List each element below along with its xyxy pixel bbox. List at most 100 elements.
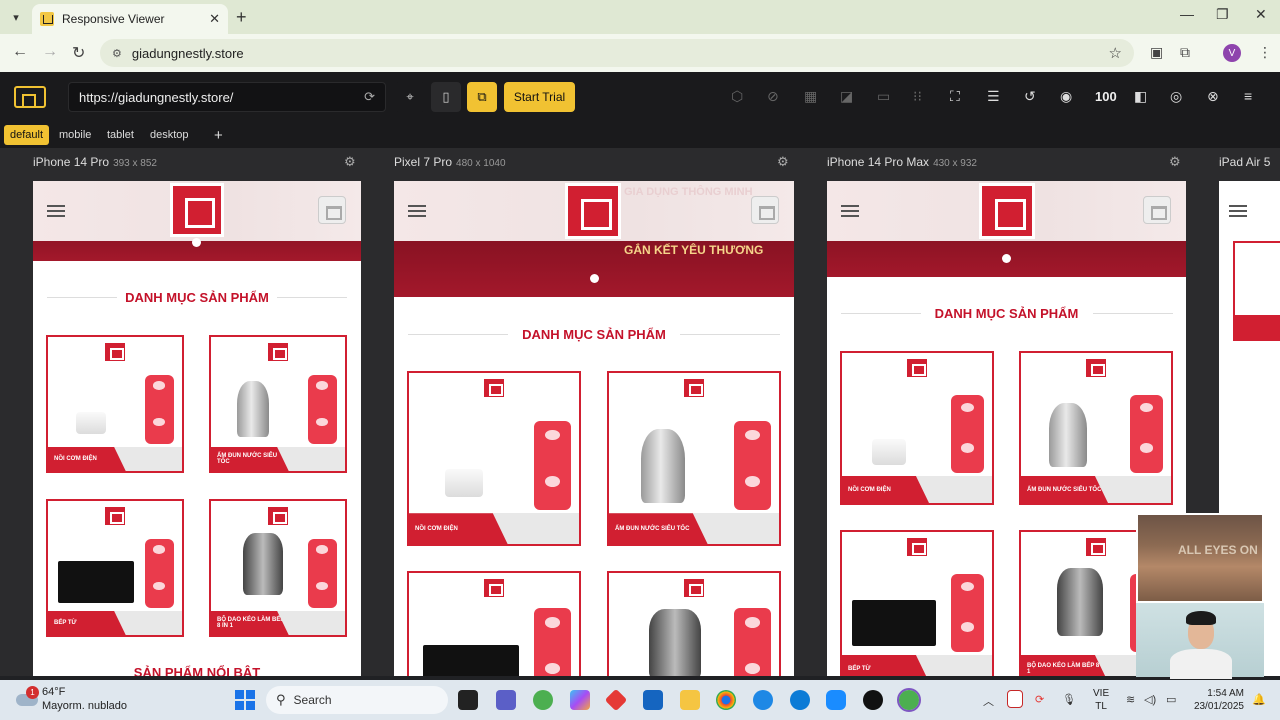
start-trial-button[interactable]: Start Trial — [504, 82, 575, 112]
devices-toggle-icon[interactable]: ⧉ — [467, 82, 497, 112]
hamburger-menu-icon[interactable] — [841, 205, 859, 217]
inspect-icon[interactable]: ⌖ — [395, 82, 425, 112]
browser-menu-icon[interactable]: ⋮ — [1258, 44, 1272, 61]
slider-dot[interactable] — [1002, 254, 1011, 263]
close-tab-icon[interactable]: ✕ — [209, 11, 220, 27]
category-card[interactable]: ẤM ĐUN NƯỚC SIÊU TỐC — [209, 335, 347, 473]
ruler-icon[interactable]: ◪ — [840, 88, 853, 105]
notifications-bell-icon[interactable]: 🔔 — [1252, 693, 1266, 706]
device-settings-icon[interactable]: ⚙ — [777, 154, 789, 170]
tab-mobile[interactable]: mobile — [53, 125, 97, 145]
dots-grid-icon[interactable]: ⁝⁝ — [913, 88, 922, 105]
taskbar-search[interactable]: ⚲ Search — [266, 686, 448, 714]
screenshot-area-icon[interactable]: ⛶ — [950, 88, 960, 105]
pdf-tray-icon[interactable] — [1007, 690, 1023, 708]
browser-tab[interactable]: Responsive Viewer ✕ — [32, 4, 228, 34]
category-card[interactable]: BẾP TỪ — [46, 499, 184, 637]
cube-icon[interactable]: ⬡ — [731, 88, 743, 105]
forward-icon[interactable]: → — [42, 43, 58, 61]
teams-icon[interactable] — [496, 690, 516, 710]
new-tab-icon[interactable]: + — [236, 7, 247, 28]
show-hidden-icons[interactable]: ︿ — [983, 693, 994, 709]
weather-description[interactable]: Mayorm. nublado — [42, 700, 127, 712]
back-icon[interactable]: ← — [12, 43, 28, 61]
edge-browser-icon[interactable] — [790, 690, 810, 710]
category-card[interactable]: NỒI CƠM ĐIỆN — [840, 351, 994, 505]
address-bar[interactable]: ⚙ giadungnestly.store ☆ — [100, 39, 1134, 67]
category-card[interactable]: NỒI CƠM ĐIỆN — [46, 335, 184, 473]
bookmark-star-icon[interactable]: ☆ — [1109, 44, 1122, 62]
system-clock[interactable]: 1:54 AM 23/01/2025 — [1192, 687, 1244, 713]
device-frame-iphone-14-pro-max[interactable]: DANH MỤC SẢN PHẨM NỒI CƠM ĐIỆN ẤM ĐUN NƯ… — [827, 181, 1186, 676]
extensions-puzzle-icon[interactable]: ⧉ — [1180, 44, 1190, 61]
zalo-icon[interactable] — [826, 690, 846, 710]
app-diamond-icon[interactable] — [604, 688, 628, 712]
device-settings-icon[interactable]: ⚙ — [1169, 154, 1181, 170]
device-settings-icon[interactable]: ⚙ — [344, 154, 356, 170]
hamburger-menu-icon[interactable] — [47, 205, 65, 217]
viewer-refresh-icon[interactable]: ⟳ — [364, 89, 375, 105]
tab-desktop[interactable]: desktop — [144, 125, 195, 145]
profile-avatar[interactable]: V — [1223, 44, 1241, 62]
reload-icon[interactable]: ↻ — [72, 43, 85, 63]
split-view-icon[interactable]: ◧ — [1134, 88, 1147, 105]
extension-icon[interactable]: ▣ — [1150, 44, 1163, 61]
rectangle-icon[interactable]: ▭ — [877, 88, 890, 105]
copilot-icon[interactable] — [570, 690, 590, 710]
store-icon[interactable] — [643, 690, 663, 710]
capcut-icon[interactable] — [863, 690, 883, 710]
maximize-icon[interactable]: ❐ — [1216, 6, 1229, 23]
zoom-level[interactable]: 100 — [1095, 89, 1117, 104]
weather-widget[interactable]: 1 — [16, 686, 40, 710]
device-frame-pixel-7-pro[interactable]: GIA DỤNG THÔNG MINH GẮN KẾT YÊU THƯƠNG D… — [394, 181, 794, 676]
chrome-active-icon[interactable] — [897, 688, 921, 712]
windows-start-icon[interactable] — [235, 690, 255, 710]
category-card[interactable]: NỒI CƠM ĐIỆN — [407, 371, 581, 546]
volume-icon[interactable]: ◁) — [1144, 693, 1156, 706]
device-frame-iphone-14-pro[interactable]: DANH MỤC SẢN PHẨM NỒI CƠM ĐIỆN ẤM ĐUN NƯ… — [33, 181, 361, 676]
layers-icon[interactable]: ☰ — [987, 88, 1000, 105]
category-card[interactable] — [607, 571, 781, 676]
language-indicator[interactable]: VIE TL — [1093, 687, 1109, 713]
edge-icon[interactable] — [753, 690, 773, 710]
hamburger-menu-icon[interactable] — [1229, 205, 1247, 217]
cart-icon[interactable] — [751, 196, 779, 224]
site-logo[interactable] — [170, 183, 224, 237]
discord-icon[interactable]: ◎ — [1170, 88, 1182, 105]
site-logo[interactable] — [979, 183, 1035, 239]
cart-icon[interactable] — [318, 196, 346, 224]
file-explorer-icon[interactable] — [680, 690, 700, 710]
minimize-icon[interactable]: — — [1180, 6, 1194, 22]
camera-icon[interactable]: ◉ — [1060, 88, 1072, 105]
microphone-icon[interactable]: 🎙 — [1062, 693, 1076, 706]
mobile-device-icon[interactable]: ▯ — [431, 82, 461, 112]
viewer-url-input[interactable]: https://giadungnestly.store/ ⟳ — [68, 82, 386, 112]
tab-search-icon[interactable]: ▾ — [6, 7, 26, 27]
category-card[interactable]: BỘ DAO KÉO LÀM BẾP 8 IN 1 — [209, 499, 347, 637]
category-card[interactable]: ẤM ĐUN NƯỚC SIÊU TỐC — [607, 371, 781, 546]
add-tab-button[interactable]: + — [208, 125, 229, 145]
sync-tray-icon[interactable]: ⟳ — [1035, 693, 1044, 706]
battery-icon[interactable]: ▭ — [1166, 693, 1176, 706]
chrome-profile-icon[interactable] — [533, 690, 553, 710]
grid-icon[interactable]: ▦ — [804, 88, 817, 105]
slider-dot[interactable] — [192, 238, 201, 247]
wifi-icon[interactable]: ≋ — [1126, 693, 1135, 706]
category-card[interactable] — [407, 571, 581, 676]
weather-temp[interactable]: 64°F — [42, 686, 65, 698]
task-view-icon[interactable] — [458, 690, 478, 710]
close-circle-icon[interactable]: ⊗ — [1207, 88, 1219, 105]
rotate-icon[interactable]: ↺ — [1024, 88, 1036, 105]
cart-icon[interactable] — [1143, 196, 1171, 224]
close-window-icon[interactable]: ✕ — [1255, 6, 1267, 23]
menu-icon[interactable]: ≡ — [1244, 88, 1252, 104]
category-card[interactable]: BẾP TỪ — [840, 530, 994, 676]
tab-default[interactable]: default — [4, 125, 50, 145]
hamburger-menu-icon[interactable] — [408, 205, 426, 217]
site-logo[interactable] — [565, 183, 621, 239]
category-card[interactable]: ẤM ĐUN NƯỚC SIÊU TỐC — [1019, 351, 1173, 505]
tab-tablet[interactable]: tablet — [101, 125, 140, 145]
site-info-icon[interactable]: ⚙ — [112, 47, 122, 60]
chrome-icon[interactable] — [716, 690, 736, 710]
slider-dot[interactable] — [590, 274, 599, 283]
